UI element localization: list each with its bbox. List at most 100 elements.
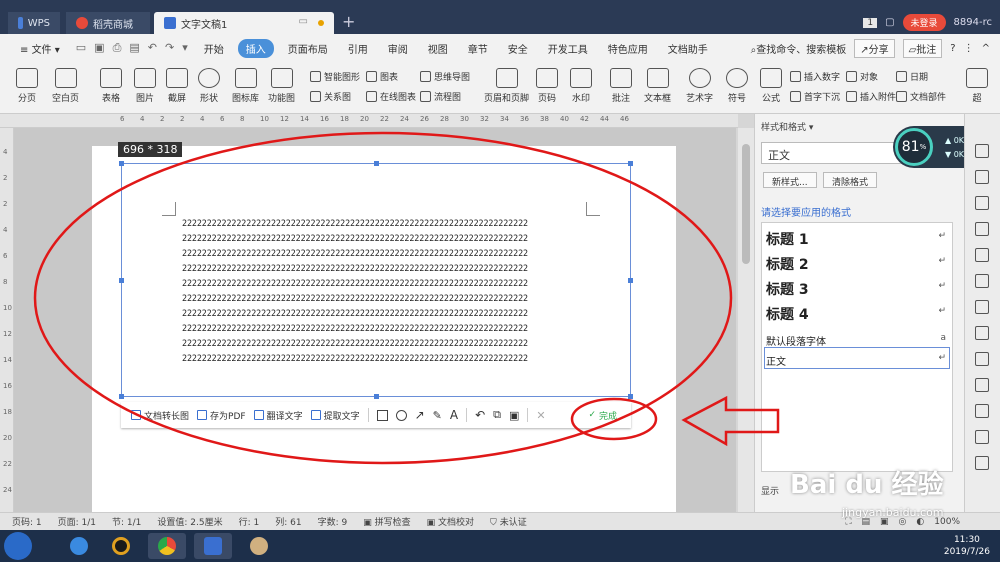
copy-tool-icon[interactable]: ⧉ (493, 408, 501, 422)
print-preview-icon[interactable]: ▤ (129, 41, 139, 55)
select-cursor-icon[interactable] (975, 170, 989, 184)
image-library-icon[interactable] (975, 404, 989, 418)
ellipse-tool-icon[interactable] (395, 409, 407, 421)
status-page[interactable]: 页码: 1 (12, 515, 42, 528)
taskbar-app-search[interactable] (60, 533, 98, 559)
save-tool-icon[interactable]: ▣ (509, 409, 519, 422)
taskbar-app-wps[interactable] (194, 533, 232, 559)
style-panel-footer[interactable]: 显示 (761, 484, 779, 497)
vertical-ruler[interactable]: 4 2 2 4 6 8 10 12 14 16 18 20 22 24 (0, 128, 14, 512)
hyperlink-button[interactable]: 超 (966, 68, 988, 104)
menu-review[interactable]: 审阅 (378, 41, 418, 56)
login-button[interactable]: 未登录 (902, 14, 946, 31)
save-icon[interactable]: ▣ (94, 41, 104, 55)
style-heading-1[interactable]: 标题 1 (766, 229, 809, 249)
menu-page-layout[interactable]: 页面布局 (278, 41, 338, 56)
clear-format-button[interactable]: 清除格式 (823, 172, 878, 188)
table-button[interactable]: 表格 (100, 68, 122, 104)
settings-sliders-icon[interactable] (975, 274, 989, 288)
watermark-button[interactable]: 水印 (570, 68, 592, 104)
page-number-button[interactable]: 页码 (536, 68, 558, 104)
chart-button[interactable]: 图表 (366, 70, 398, 83)
limit-edit-icon[interactable] (975, 222, 989, 236)
style-panel-icon[interactable] (975, 144, 989, 158)
menu-developer[interactable]: 开发工具 (538, 41, 598, 56)
symbol-button[interactable]: 符号 (726, 68, 748, 104)
extract-text-button[interactable]: 提取文字 (310, 409, 360, 422)
formula-button[interactable]: 公式 (760, 68, 782, 104)
resize-handle[interactable] (628, 394, 633, 399)
comment-insert-button[interactable]: 批注 (610, 68, 632, 104)
doc-parts-button[interactable]: 文档部件 (896, 90, 946, 103)
object-button[interactable]: 对象 (846, 70, 878, 83)
style-normal[interactable]: 正文 (766, 353, 786, 368)
status-word-count[interactable]: 字数: 9 (318, 515, 348, 528)
comment-button[interactable]: ▱批注 (902, 38, 943, 58)
tab-document[interactable]: 文字文稿1 ▭ (154, 12, 334, 34)
resize-handle[interactable] (628, 278, 633, 283)
spell-check-button[interactable]: ▣ 拼写检查 (363, 515, 410, 528)
document-check-icon[interactable] (975, 456, 989, 470)
document-scrollbar[interactable] (738, 128, 754, 512)
taskbar-app-chrome[interactable] (148, 533, 186, 559)
redo-icon[interactable]: ↷ (165, 41, 174, 55)
resize-handle[interactable] (628, 161, 633, 166)
open-folder-icon[interactable]: ▭ (76, 41, 86, 55)
insert-attachment-button[interactable]: 插入附件 (846, 90, 896, 103)
resize-handle[interactable] (119, 161, 124, 166)
print-icon[interactable]: ⎙ (113, 41, 122, 55)
page-break-button[interactable]: 分页 (16, 68, 38, 104)
table-props-icon[interactable] (975, 248, 989, 262)
translate-text-button[interactable]: 翻译文字 (253, 409, 303, 422)
file-menu[interactable]: ≡ 文件 ▾ (10, 41, 70, 56)
blank-page-button[interactable]: 空白页 (52, 68, 79, 104)
skin-icon[interactable]: ▢ (885, 17, 894, 28)
help-icon[interactable]: ? (950, 43, 955, 54)
screenshot-selection[interactable] (119, 161, 633, 399)
menu-view[interactable]: 视图 (418, 41, 458, 56)
share-side-icon[interactable] (975, 352, 989, 366)
shape-button[interactable]: 形状 (198, 68, 220, 104)
header-footer-button[interactable]: 页眉和页脚 (484, 68, 529, 104)
more-options-icon[interactable]: ⋮ (964, 43, 974, 54)
certification-status[interactable]: ⛉ 未认证 (490, 515, 527, 528)
share-button[interactable]: ↗分享 (854, 38, 895, 58)
scrollbar-thumb[interactable] (742, 144, 750, 264)
windows-start-button[interactable] (4, 532, 32, 560)
function-chart-button[interactable]: 功能图 (268, 68, 295, 104)
backup-icon[interactable] (975, 378, 989, 392)
style-default-font[interactable]: 默认段落字体 (766, 333, 826, 348)
menu-insert[interactable]: 插入 (237, 38, 274, 58)
pen-tool-icon[interactable]: ✎ (433, 409, 442, 422)
icon-library-button[interactable]: 图标库 (232, 68, 259, 104)
picture-button[interactable]: 图片 (134, 68, 156, 104)
smart-art-button[interactable]: 智能图形 (310, 70, 360, 83)
insert-number-button[interactable]: 插入数字 (790, 70, 840, 83)
translate-side-icon[interactable] (975, 326, 989, 340)
menu-security[interactable]: 安全 (498, 41, 538, 56)
resize-handle[interactable] (119, 394, 124, 399)
wordart-button[interactable]: 艺术字 (686, 68, 713, 104)
command-search[interactable]: ⌕查找命令、搜索模板 (751, 41, 847, 56)
tab-docer-store[interactable]: 稻壳商城 (66, 12, 150, 34)
menu-features[interactable]: 特色应用 (598, 41, 658, 56)
window-pin-icon[interactable]: ▭ (299, 16, 308, 27)
online-chart-button[interactable]: 在线图表 (366, 90, 416, 103)
document-lock-icon[interactable] (975, 300, 989, 314)
undo-icon[interactable]: ↶ (148, 41, 157, 55)
menu-doc-assistant[interactable]: 文档助手 (658, 41, 718, 56)
shape-effects-icon[interactable] (975, 196, 989, 210)
menu-home[interactable]: 开始 (194, 41, 234, 56)
doc-to-long-image-button[interactable]: 文档转长图 (131, 409, 189, 422)
style-heading-2[interactable]: 标题 2 (766, 254, 809, 274)
horizontal-ruler[interactable]: 6 4 2 2 4 6 8 10 12 14 16 18 20 22 24 26 28 30 32 34 36 38 40 4… (0, 114, 738, 128)
arrow-tool-icon[interactable]: ↗ (415, 408, 425, 422)
new-tab-button[interactable]: + (342, 12, 355, 31)
rectangle-tool-icon[interactable] (376, 409, 388, 421)
date-button[interactable]: 日期 (896, 70, 928, 83)
screenshot-button[interactable]: 截屏 (166, 68, 188, 104)
save-as-pdf-button[interactable]: 存为PDF (197, 409, 246, 422)
window-count-badge[interactable]: 1 (863, 17, 878, 28)
new-style-button[interactable]: 新样式... (763, 172, 817, 188)
text-tool-icon[interactable]: A (450, 408, 458, 422)
